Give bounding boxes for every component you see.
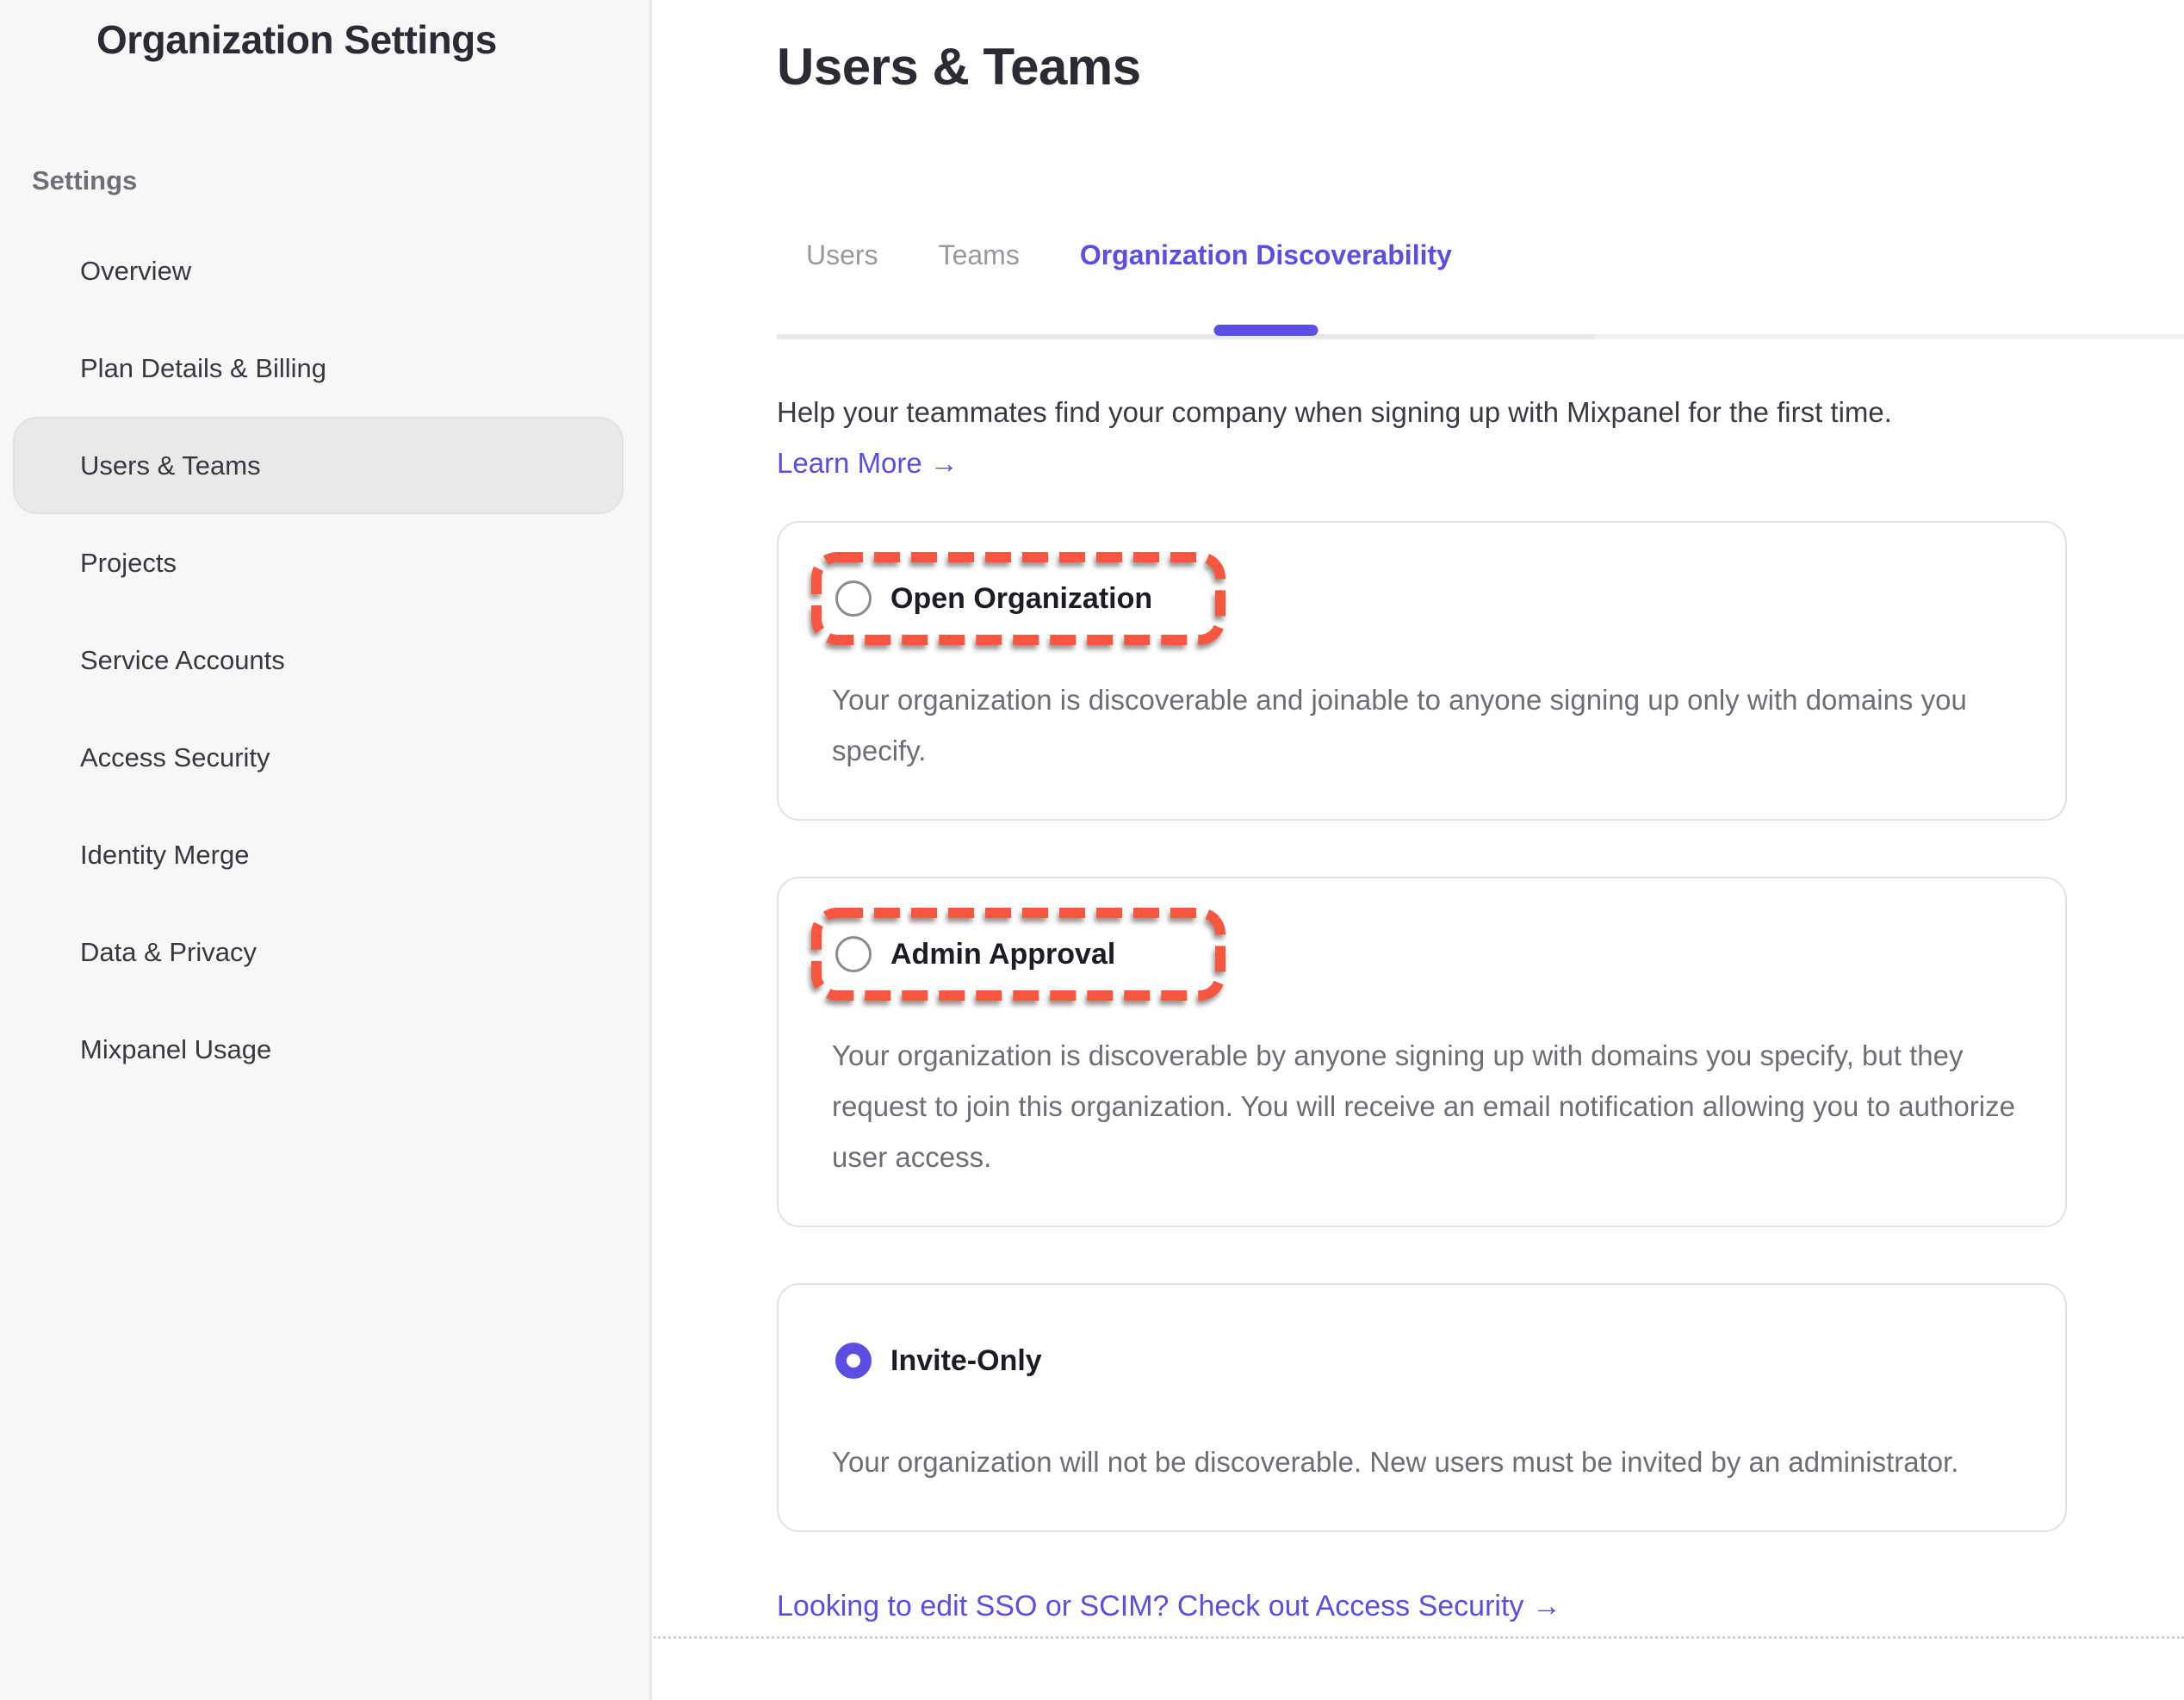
sidebar-item-data-privacy[interactable]: Data & Privacy xyxy=(13,903,624,1001)
option-card-admin-approval: Admin Approval Your organization is disc… xyxy=(777,877,2067,1227)
learn-more-link[interactable]: Learn More → xyxy=(777,447,959,480)
sidebar-title: Organization Settings xyxy=(0,0,649,60)
tab-bar: Users Teams Organization Discoverability xyxy=(777,238,2067,272)
sidebar-nav: Overview Plan Details & Billing Users & … xyxy=(0,222,649,1098)
radio-row-invite-only[interactable]: Invite-Only xyxy=(811,1314,1225,1407)
radio-row-open-organization[interactable]: Open Organization xyxy=(811,552,1225,645)
sidebar-item-access-security[interactable]: Access Security xyxy=(13,709,624,806)
radio-invite-only[interactable] xyxy=(835,1343,872,1379)
sidebar-item-plan-details-billing[interactable]: Plan Details & Billing xyxy=(13,320,624,417)
tab-organization-discoverability[interactable]: Organization Discoverability xyxy=(1080,238,1452,272)
page-title: Users & Teams xyxy=(777,36,2067,98)
option-label-admin-approval[interactable]: Admin Approval xyxy=(890,938,1115,971)
option-card-invite-only: Invite-Only Your organization will not b… xyxy=(777,1283,2067,1532)
access-security-link[interactable]: Looking to edit SSO or SCIM? Check out A… xyxy=(777,1590,1561,1623)
sidebar-item-projects[interactable]: Projects xyxy=(13,514,624,611)
sidebar-item-identity-merge[interactable]: Identity Merge xyxy=(13,806,624,903)
users-teams-page: Users & Teams Users Teams Organization D… xyxy=(652,0,2184,1700)
option-card-open-organization: Open Organization Your organization is d… xyxy=(777,521,2067,821)
active-tab-indicator xyxy=(1213,325,1318,336)
option-label-open-organization[interactable]: Open Organization xyxy=(890,582,1152,616)
sidebar-item-users-teams[interactable]: Users & Teams xyxy=(13,417,624,514)
radio-admin-approval[interactable] xyxy=(835,936,872,972)
sidebar-item-service-accounts[interactable]: Service Accounts xyxy=(13,611,624,709)
bottom-dotted-divider xyxy=(654,1636,2184,1639)
radio-open-organization[interactable] xyxy=(835,580,872,617)
tab-divider-line xyxy=(777,334,2184,339)
option-label-invite-only[interactable]: Invite-Only xyxy=(890,1344,1042,1378)
radio-row-admin-approval[interactable]: Admin Approval xyxy=(811,908,1225,1001)
option-description-admin-approval: Your organization is discoverable by any… xyxy=(832,1030,2031,1182)
option-description-invite-only: Your organization will not be discoverab… xyxy=(832,1436,2031,1487)
sidebar-item-overview[interactable]: Overview xyxy=(13,222,624,320)
tab-users[interactable]: Users xyxy=(806,238,878,272)
tab-label: Organization Discoverability xyxy=(1080,239,1452,270)
discoverability-intro-text: Help your teammates find your company wh… xyxy=(777,394,2067,431)
sidebar-section-label: Settings xyxy=(32,165,649,196)
settings-sidebar: Organization Settings Settings Overview … xyxy=(0,0,652,1700)
sidebar-item-mixpanel-usage[interactable]: Mixpanel Usage xyxy=(13,1001,624,1098)
tab-teams[interactable]: Teams xyxy=(939,238,1020,272)
option-description-open-organization: Your organization is discoverable and jo… xyxy=(832,674,2031,776)
